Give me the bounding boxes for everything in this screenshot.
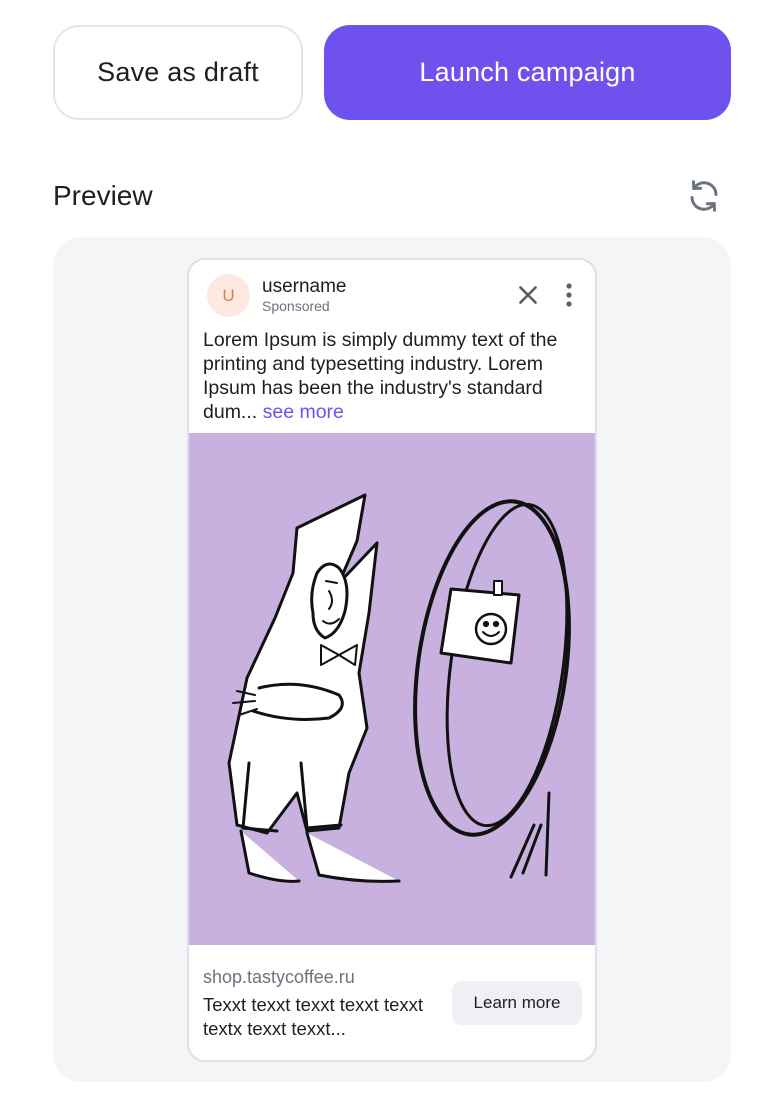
close-icon[interactable] — [515, 282, 541, 308]
launch-campaign-button[interactable]: Launch campaign — [324, 25, 731, 120]
avatar: U — [207, 274, 250, 317]
ad-preview-card: U username Sponsored Lorem Ipsum is simp… — [187, 258, 597, 1062]
more-options-icon[interactable] — [557, 280, 581, 310]
save-as-draft-button[interactable]: Save as draft — [53, 25, 303, 120]
username: username — [262, 276, 347, 297]
illustration-icon — [227, 493, 571, 883]
preview-title: Preview — [53, 180, 153, 211]
ad-url: shop.tastycoffee.ru — [203, 967, 355, 987]
ad-body-text: Lorem Ipsum is simply dummy text of the … — [203, 328, 583, 424]
see-more-link[interactable]: see more — [263, 401, 344, 423]
ad-headline: Texxt texxt texxt texxt texxt textx texx… — [203, 994, 424, 1039]
learn-more-button[interactable]: Learn more — [452, 981, 582, 1025]
refresh-icon[interactable] — [686, 178, 722, 214]
ad-image — [189, 433, 595, 945]
sponsored-label: Sponsored — [262, 298, 330, 314]
ad-body-copy: Lorem Ipsum is simply dummy text of the … — [203, 329, 558, 423]
